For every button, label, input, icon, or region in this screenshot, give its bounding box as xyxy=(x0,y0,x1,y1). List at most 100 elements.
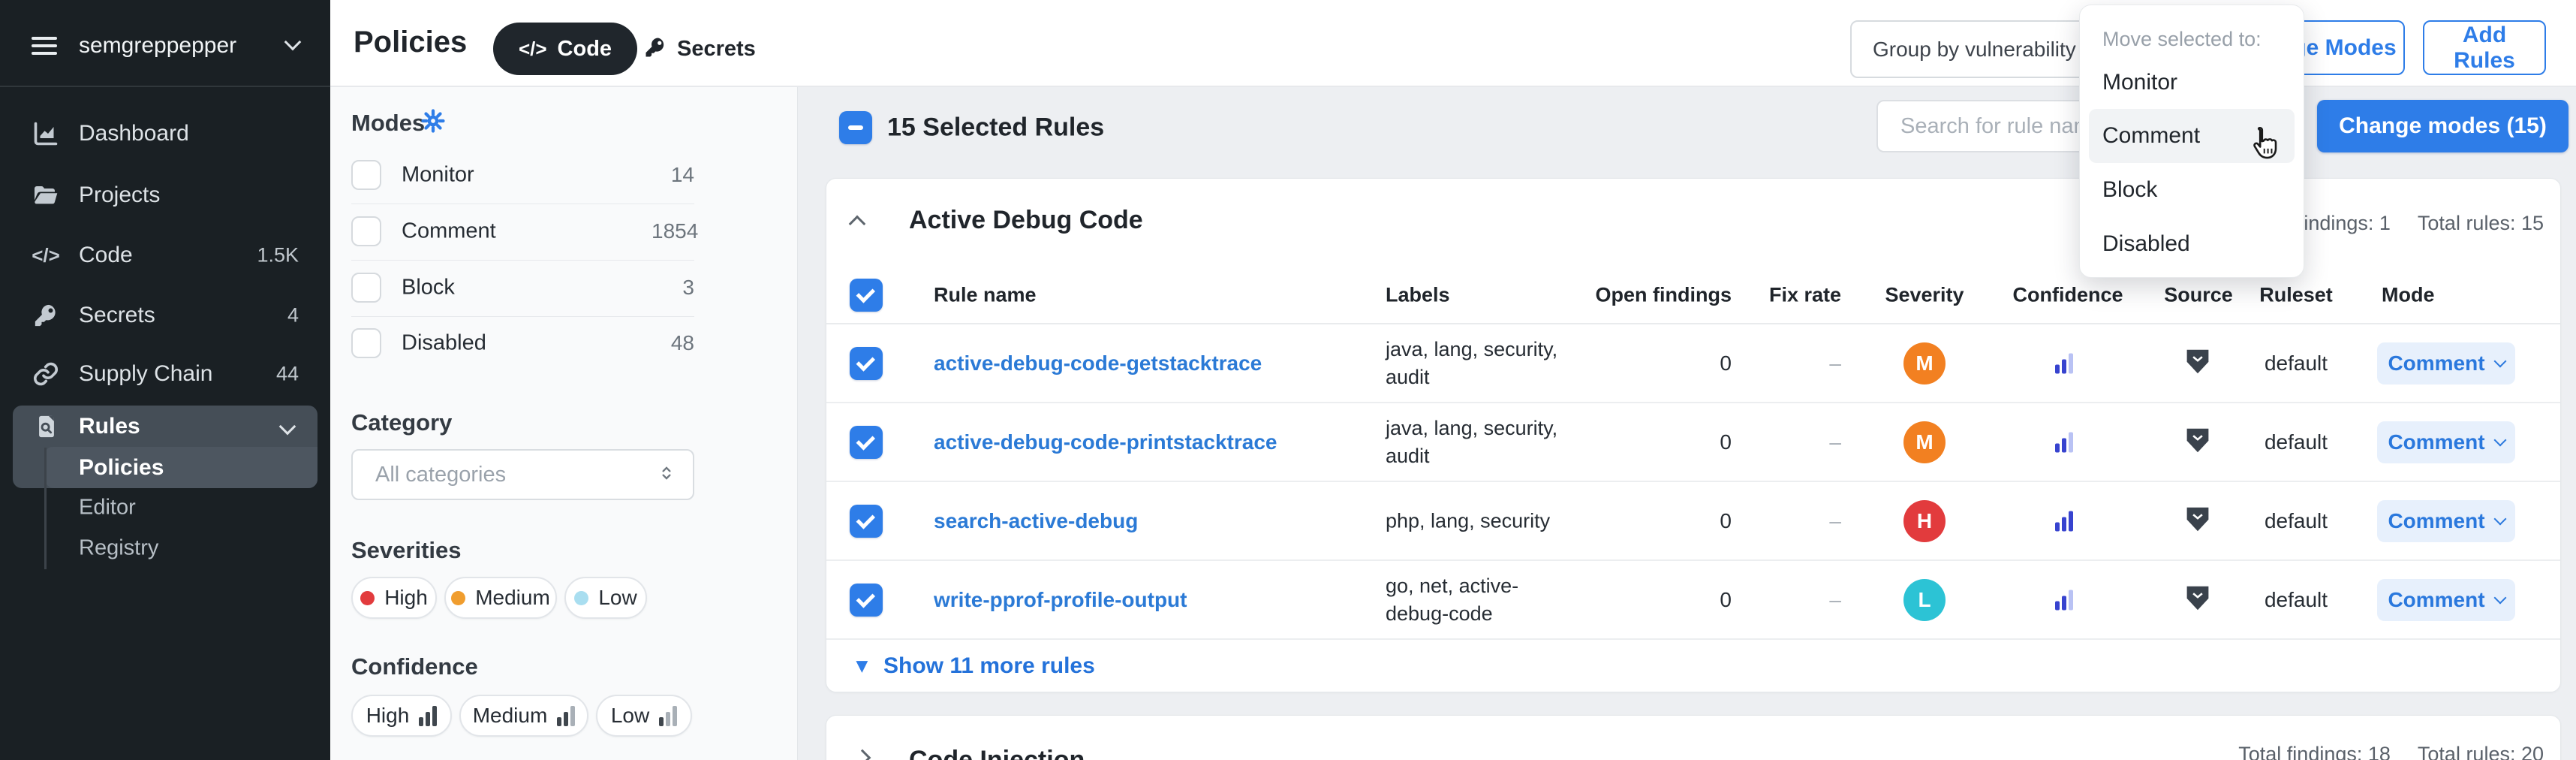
severity-pill-high[interactable]: High xyxy=(351,577,437,619)
column-header-mode: Mode xyxy=(2382,284,2435,307)
severity-pill-medium[interactable]: Medium xyxy=(444,577,557,619)
select-group-checkbox[interactable] xyxy=(850,279,883,312)
select-updown-icon xyxy=(657,463,676,487)
move-selected-dropdown-menu: Move selected to: Monitor Comment Block … xyxy=(2079,5,2304,278)
triangle-down-icon: ▼ xyxy=(852,655,872,678)
mode-value: Comment xyxy=(2388,430,2484,454)
rule-labels: java, lang, security,audit xyxy=(1386,336,1611,391)
sidebar-item-label: Rules xyxy=(79,414,140,439)
category-select-placeholder: All categories xyxy=(375,463,506,487)
semgrep-source-shield-icon xyxy=(2186,585,2210,614)
code-brackets-icon: </> xyxy=(519,38,547,61)
sidebar-group-rules: Rules Policies xyxy=(13,406,317,488)
show-more-rules-link[interactable]: ▼ Show 11 more rules xyxy=(826,640,2560,692)
select-all-checkbox-indeterminate[interactable] xyxy=(839,111,872,144)
total-rules: Total rules: 20 xyxy=(2418,743,2544,760)
chain-link-icon xyxy=(32,360,60,388)
mode-filter-checkbox-block[interactable] xyxy=(351,273,381,303)
org-switcher-chevron-down-icon[interactable] xyxy=(284,34,302,51)
menu-item-disabled[interactable]: Disabled xyxy=(2102,231,2190,257)
sidebar-item-projects[interactable]: Projects xyxy=(0,165,330,225)
mode-select[interactable]: Comment xyxy=(2377,500,2515,542)
mode-select[interactable]: Comment xyxy=(2377,421,2515,463)
sidebar-item-supply-chain[interactable]: Supply Chain 44 xyxy=(0,344,330,404)
menu-item-comment[interactable]: Comment xyxy=(2102,123,2200,149)
row-checkbox[interactable] xyxy=(850,505,883,538)
category-select[interactable]: All categories xyxy=(351,449,694,500)
severity-dot-low xyxy=(574,591,588,605)
rule-name-link[interactable]: write-pprof-profile-output xyxy=(934,588,1187,612)
confidence-bars-icon xyxy=(557,706,575,726)
selected-rules-count: 15 Selected Rules xyxy=(887,113,1104,143)
hand-cursor-icon xyxy=(2246,124,2286,170)
sidebar-subitem-label: Policies xyxy=(79,455,164,481)
severity-badge: M xyxy=(1903,342,1946,385)
mode-filter-label[interactable]: Monitor xyxy=(402,163,474,188)
tab-code-active[interactable]: </> Code xyxy=(493,23,637,75)
add-rules-button[interactable]: Add Rules xyxy=(2423,20,2546,75)
table-row: active-debug-code-printstacktrace java, … xyxy=(826,403,2560,482)
sidebar-item-label: Dashboard xyxy=(79,121,189,146)
mode-filter-label[interactable]: Comment xyxy=(402,219,496,244)
sidebar-item-secrets[interactable]: Secrets 4 xyxy=(0,285,330,345)
section-totals: Total findings: 18 Total rules: 20 xyxy=(2238,743,2544,760)
dashboard-chart-icon xyxy=(32,119,60,148)
mode-filter-count: 1854 xyxy=(652,219,694,243)
confidence-bars-icon xyxy=(2055,590,2073,610)
severity-pill-low[interactable]: Low xyxy=(564,577,647,619)
sidebar-item-count: 44 xyxy=(276,363,299,386)
table-row: write-pprof-profile-output go, net, acti… xyxy=(826,561,2560,640)
row-checkbox[interactable] xyxy=(850,347,883,380)
column-header-labels: Labels xyxy=(1386,284,1450,307)
mode-filter-count: 48 xyxy=(652,331,694,355)
mode-filter-checkbox-disabled[interactable] xyxy=(351,328,381,358)
confidence-pill-low[interactable]: Low xyxy=(596,695,692,737)
pill-label: Low xyxy=(598,586,636,610)
rules-expand-chevron-down-icon[interactable] xyxy=(279,418,296,436)
column-header-rule-name: Rule name xyxy=(934,284,1037,307)
org-name[interactable]: semgreppepper xyxy=(79,33,236,59)
ruleset-value: default xyxy=(2221,588,2371,612)
fix-rate-value: – xyxy=(1691,351,1841,375)
menu-item-monitor[interactable]: Monitor xyxy=(2102,70,2177,95)
sidebar-item-policies-active[interactable]: Policies xyxy=(45,447,317,488)
mode-filter-label[interactable]: Block xyxy=(402,276,455,300)
rule-name-link[interactable]: search-active-debug xyxy=(934,509,1138,533)
tab-secrets[interactable]: Secrets xyxy=(644,23,756,75)
mode-select[interactable]: Comment xyxy=(2377,342,2515,385)
change-modes-selected-button[interactable]: Change modes (15) xyxy=(2317,100,2568,152)
confidence-pill-medium[interactable]: Medium xyxy=(459,695,588,737)
total-rules: Total rules: 15 xyxy=(2418,212,2544,235)
fix-rate-value: – xyxy=(1691,430,1841,454)
section-title: Active Debug Code xyxy=(909,206,1143,235)
show-more-label: Show 11 more rules xyxy=(883,653,1095,679)
rule-name-link[interactable]: active-debug-code-printstacktrace xyxy=(934,430,1277,454)
mode-filter-checkbox-monitor[interactable] xyxy=(351,160,381,190)
rule-labels: java, lang, security,audit xyxy=(1386,415,1611,470)
sidebar-subitem-editor[interactable]: Editor xyxy=(79,496,136,520)
ruleset-value: default xyxy=(2221,509,2371,533)
hamburger-menu-icon[interactable] xyxy=(32,32,57,59)
sidebar-item-code[interactable]: </> Code 1.5K xyxy=(0,225,330,285)
sidebar-item-dashboard[interactable]: Dashboard xyxy=(0,104,330,164)
total-findings: Total findings: 18 xyxy=(2238,743,2391,760)
expand-chevron-right-icon[interactable] xyxy=(854,749,871,760)
category-filter-title: Category xyxy=(351,409,452,436)
rule-name-link[interactable]: active-debug-code-getstacktrace xyxy=(934,351,1262,375)
sidebar-item-rules[interactable]: Rules xyxy=(13,406,317,447)
semgrep-source-shield-icon xyxy=(2186,506,2210,535)
mode-filter-checkbox-comment[interactable] xyxy=(351,216,381,246)
pill-label: Low xyxy=(611,704,649,728)
sidebar-subitem-registry[interactable]: Registry xyxy=(79,536,158,561)
chevron-down-icon xyxy=(2493,513,2506,526)
mode-filter-label[interactable]: Disabled xyxy=(402,331,486,356)
gear-icon[interactable] xyxy=(420,108,446,137)
confidence-pill-high[interactable]: High xyxy=(351,695,452,737)
menu-item-block[interactable]: Block xyxy=(2102,177,2157,203)
row-checkbox[interactable] xyxy=(850,426,883,459)
row-checkbox[interactable] xyxy=(850,584,883,617)
mode-select[interactable]: Comment xyxy=(2377,579,2515,621)
key-icon xyxy=(32,301,60,330)
table-header-row: Rule name Labels Open findings Fix rate … xyxy=(826,267,2560,324)
collapse-chevron-up-icon[interactable] xyxy=(849,216,866,233)
